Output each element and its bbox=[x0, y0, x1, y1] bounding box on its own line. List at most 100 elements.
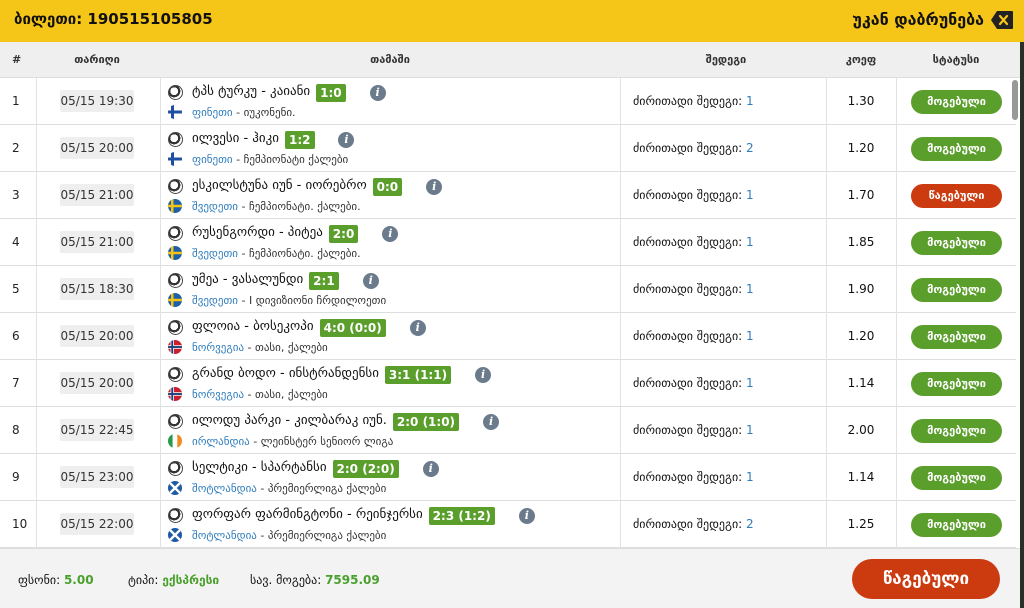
col-date: თარიღი bbox=[74, 53, 120, 66]
divider bbox=[160, 360, 161, 407]
info-icon[interactable]: i bbox=[362, 273, 379, 289]
football-icon bbox=[168, 414, 183, 429]
match-name: ესკილსტუნა იუნ - იორებრო bbox=[192, 178, 367, 193]
football-icon bbox=[168, 132, 183, 147]
match-date: 05/15 20:00 bbox=[60, 137, 134, 159]
match-date: 05/15 21:00 bbox=[60, 184, 134, 206]
football-icon bbox=[168, 179, 183, 194]
info-icon[interactable]: i bbox=[338, 132, 355, 148]
table-row: 7 05/15 20:00 გრანდ ბოდო - ინსტრანდენსი 3:1… bbox=[0, 360, 1016, 407]
match-score: 1:2 bbox=[285, 131, 315, 149]
table-row: 5 05/15 18:30 უმეა - ვასალუნდი 2:1 i შვედეთი … bbox=[0, 266, 1016, 313]
status-badge: მოგებული bbox=[911, 231, 1002, 255]
divider bbox=[896, 78, 897, 125]
match-score: 2:0 (1:0) bbox=[392, 413, 460, 431]
bets-table[interactable]: 1 05/15 19:30 ტპს ტურკუ - კაიანი 1:0 i ფინეთი… bbox=[0, 78, 1020, 548]
bet-result: ძირითადი შედეგი: 2 bbox=[633, 517, 754, 531]
match-score: 2:1 bbox=[309, 272, 339, 290]
se-flag-icon bbox=[168, 199, 182, 213]
divider bbox=[620, 313, 621, 360]
league-info: ირლანდია - ლეინსტერ სენიორ ლიგა bbox=[192, 435, 393, 448]
match-score: 2:0 (2:0) bbox=[332, 460, 399, 478]
match-name: ილვესი - ჰიკი bbox=[192, 131, 280, 146]
info-icon[interactable]: i bbox=[422, 461, 439, 477]
divider bbox=[620, 266, 621, 313]
match-date: 05/15 22:00 bbox=[60, 513, 134, 535]
back-button[interactable]: უკან დაბრუნება bbox=[852, 10, 984, 29]
league-name: - ჩემპიონატი ქალები bbox=[232, 153, 349, 166]
league-info: ნორვეგია - თასი, ქალები bbox=[192, 388, 328, 401]
divider bbox=[160, 501, 161, 548]
divider bbox=[160, 454, 161, 501]
info-icon[interactable]: i bbox=[409, 320, 426, 336]
divider bbox=[36, 266, 37, 313]
divider bbox=[620, 172, 621, 219]
row-number: 4 bbox=[12, 235, 20, 249]
status-badge: წაგებული bbox=[911, 184, 1002, 208]
divider bbox=[896, 125, 897, 172]
divider bbox=[896, 313, 897, 360]
league-name: - იუკონენი. bbox=[232, 106, 296, 119]
info-icon[interactable]: i bbox=[382, 226, 399, 242]
table-header: # თარიღი თამაში შედეგი კოეფ სტატუსი bbox=[0, 42, 1020, 78]
info-icon[interactable]: i bbox=[518, 508, 535, 524]
league-info: შოტლანდია - პრემიერლიგა ქალები bbox=[192, 529, 386, 542]
row-number: 1 bbox=[12, 94, 20, 108]
match-name: ტპს ტურკუ - კაიანი bbox=[192, 84, 311, 99]
row-number: 9 bbox=[12, 470, 20, 484]
row-number: 7 bbox=[12, 376, 20, 390]
odd-value: 1.20 bbox=[847, 141, 875, 155]
divider bbox=[160, 407, 161, 454]
league-name: - ლეინსტერ სენიორ ლიგა bbox=[249, 435, 394, 448]
country-name: ირლანდია bbox=[192, 435, 250, 448]
table-row: 4 05/15 21:00 რუსენგორდი - პიტეა 2:0 i შვედეთ… bbox=[0, 219, 1016, 266]
close-icon[interactable] bbox=[990, 9, 1014, 31]
league-info: ფინეთი - ჩემპიონატი ქალები bbox=[192, 153, 348, 166]
league-name: - თასი, ქალები bbox=[244, 388, 328, 401]
row-number: 6 bbox=[12, 329, 20, 343]
info-icon[interactable]: i bbox=[369, 85, 386, 101]
bet-type: ტიპი: ექსპრესი bbox=[128, 573, 220, 587]
info-icon[interactable]: i bbox=[475, 367, 492, 383]
se-flag-icon bbox=[168, 293, 182, 307]
divider bbox=[36, 313, 37, 360]
divider bbox=[160, 266, 161, 313]
ticket-footer: ფსონი: 5.00 ტიპი: ექსპრესი სავ. მოგება: … bbox=[0, 548, 1020, 608]
country-name: შვედეთი bbox=[192, 294, 239, 307]
bet-result: ძირითადი შედეგი: 1 bbox=[633, 188, 754, 202]
match-date: 05/15 23:00 bbox=[60, 466, 134, 488]
league-info: შვედეთი - I დივიზიონი ჩრდილოეთი bbox=[192, 294, 386, 307]
match-score: 1:0 bbox=[316, 84, 346, 102]
status-badge: მოგებული bbox=[911, 513, 1002, 537]
info-icon[interactable]: i bbox=[426, 179, 443, 195]
league-info: შოტლანდია - პრემიერლიგა ქალები bbox=[192, 482, 386, 495]
status-badge: მოგებული bbox=[911, 419, 1002, 443]
country-name: შვედეთი bbox=[192, 247, 239, 260]
row-number: 5 bbox=[12, 282, 20, 296]
divider bbox=[36, 125, 37, 172]
country-name: შოტლანდია bbox=[192, 529, 257, 542]
scrollbar[interactable] bbox=[1012, 80, 1018, 120]
league-info: შვედეთი - ჩემპიონატი. ქალები. bbox=[192, 200, 361, 213]
football-icon bbox=[168, 508, 183, 523]
possible-payout: სავ. მოგება: 7595.09 bbox=[250, 573, 380, 587]
divider bbox=[620, 125, 621, 172]
country-name: შვედეთი bbox=[192, 200, 239, 213]
divider bbox=[620, 219, 621, 266]
match-score: 4:0 (0:0) bbox=[319, 319, 386, 337]
divider bbox=[36, 454, 37, 501]
divider bbox=[896, 219, 897, 266]
info-icon[interactable]: i bbox=[483, 414, 500, 430]
match-date: 05/15 20:00 bbox=[60, 325, 134, 347]
odd-value: 1.14 bbox=[847, 470, 875, 484]
country-name: ნორვეგია bbox=[192, 388, 245, 401]
divider bbox=[896, 501, 897, 548]
divider bbox=[160, 125, 161, 172]
match-score: 3:1 (1:1) bbox=[384, 366, 452, 384]
country-name: ნორვეგია bbox=[192, 341, 245, 354]
match-date: 05/15 19:30 bbox=[60, 90, 134, 112]
league-name: - ჩემპიონატი. ქალები. bbox=[238, 247, 361, 260]
match-name: გრანდ ბოდო - ინსტრანდენსი bbox=[192, 366, 379, 381]
bet-result: ძირითადი შედეგი: 1 bbox=[633, 376, 754, 390]
divider bbox=[36, 219, 37, 266]
